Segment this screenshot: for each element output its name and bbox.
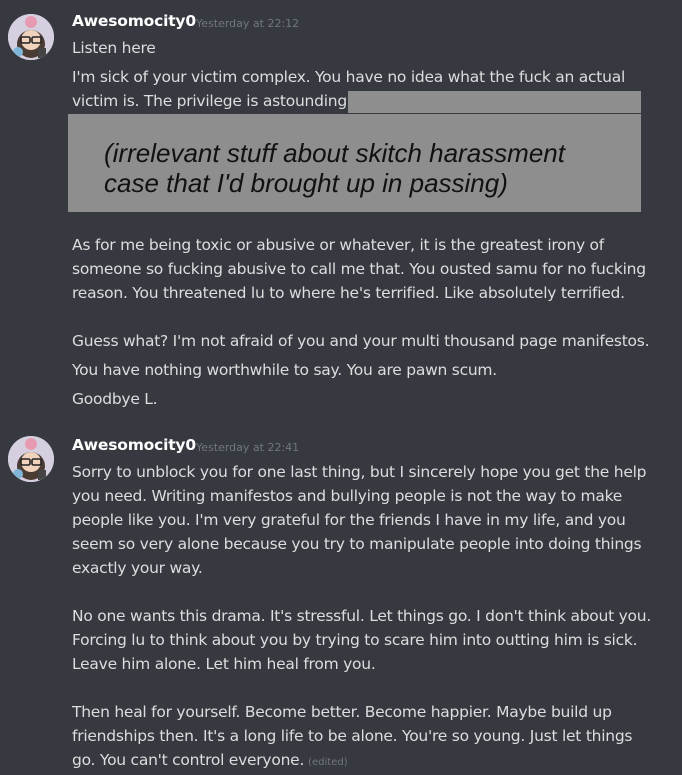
- message-text-line: Leave him alone. Let him heal from you.: [72, 655, 376, 673]
- message-text-line: Then heal for yourself. Become better. B…: [72, 703, 612, 721]
- message-timestamp: Yesterday at 22:41: [196, 441, 300, 454]
- message-text-line: No one wants this drama. It's stressful.…: [72, 607, 652, 625]
- message-text-line: Forcing lu to think about you by trying …: [72, 631, 638, 649]
- avatar-image: [8, 436, 54, 482]
- user-avatar[interactable]: [8, 436, 54, 482]
- message-text-line: you need. Writing manifestos and bullyin…: [72, 487, 623, 505]
- message-text-line: seem so very alone because you try to ma…: [72, 535, 642, 553]
- author-name[interactable]: Awesomocity0: [72, 436, 196, 454]
- message-text-line: friendships then. It's a long life to be…: [72, 727, 633, 745]
- edited-label: (edited): [308, 757, 348, 768]
- message-text-line: Sorry to unblock you for one last thing,…: [72, 463, 647, 481]
- message-text: go. You can't control everyone.: [72, 751, 305, 769]
- message-group-2: Awesomocity0 Yesterday at 22:41 Sorry to…: [0, 0, 682, 775]
- message-text-line: exactly your way.: [72, 559, 203, 577]
- message-text-line-last: go. You can't control everyone. (edited): [72, 748, 348, 775]
- message-text-line: people like you. I'm very grateful for t…: [72, 511, 626, 529]
